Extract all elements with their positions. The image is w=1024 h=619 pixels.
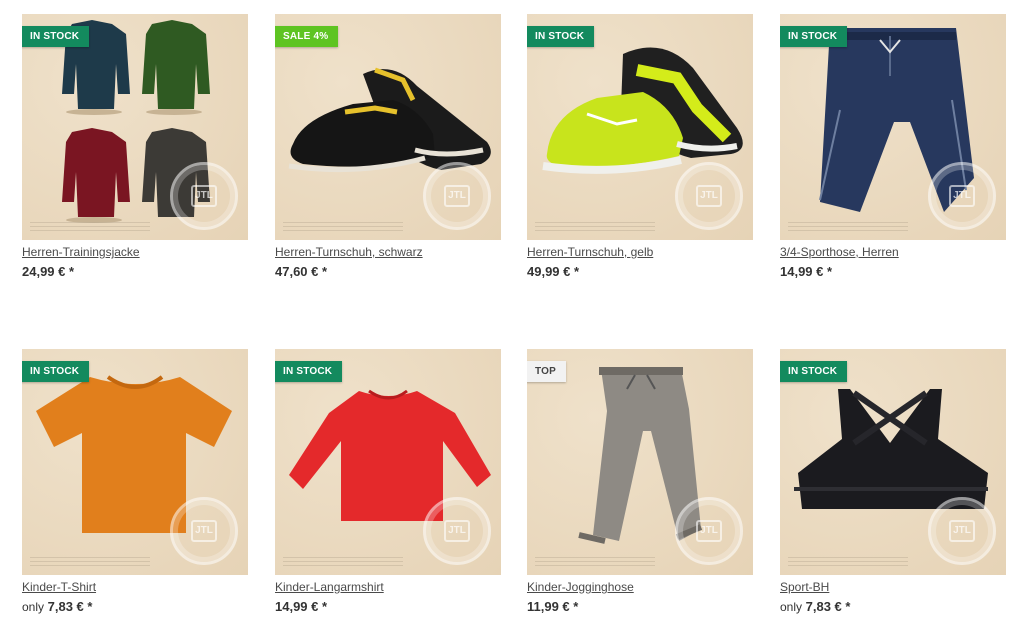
product-card: JTL IN STOCK 3/4-Sporthose, Herren 14,99… <box>780 14 1006 281</box>
product-name-link[interactable]: Kinder-T-Shirt <box>22 579 96 595</box>
status-badge: IN STOCK <box>275 361 343 387</box>
product-card: JTL IN STOCK Sport-BH only 7,83 € * <box>780 349 1006 616</box>
product-image[interactable]: JTL IN STOCK <box>22 14 248 240</box>
product-image[interactable]: JTL SALE 4% <box>275 14 501 240</box>
fineprint <box>283 222 403 232</box>
product-card: JTL IN STOCK Kinder-Langarmshirt 14,99 €… <box>275 349 501 616</box>
fineprint <box>788 222 908 232</box>
watermark-seal: JTL <box>928 162 996 230</box>
product-image[interactable]: JTL IN STOCK <box>780 349 1006 575</box>
product-price: 47,60 € * <box>275 264 328 279</box>
product-name-link[interactable]: Herren-Turnschuh, gelb <box>527 244 653 260</box>
product-image[interactable]: JTL IN STOCK <box>527 14 753 240</box>
fineprint <box>283 557 403 567</box>
product-card: JTL IN STOCK Herren-Turnschuh, gelb 49,9… <box>527 14 753 281</box>
watermark-seal: JTL <box>423 162 491 230</box>
product-name-link[interactable]: Herren-Turnschuh, schwarz <box>275 244 423 260</box>
product-price: 49,99 € * <box>527 264 580 279</box>
product-card: JTL IN STOCK Kinder-T-Shirt only 7,83 € … <box>22 349 248 616</box>
status-badge: IN STOCK <box>780 26 848 52</box>
fineprint <box>30 222 150 232</box>
status-badge: IN STOCK <box>527 26 595 52</box>
product-price: 24,99 € * <box>22 264 75 279</box>
product-image[interactable]: JTL IN STOCK <box>780 14 1006 240</box>
product-image[interactable]: JTL TOP <box>527 349 753 575</box>
watermark-seal: JTL <box>423 497 491 565</box>
product-image[interactable]: JTL IN STOCK <box>275 349 501 575</box>
product-card: JTL SALE 4% Herren-Turnschuh, schwarz 47… <box>275 14 501 281</box>
watermark-seal: JTL <box>928 497 996 565</box>
top-badge: TOP <box>527 361 566 382</box>
product-image[interactable]: JTL IN STOCK <box>22 349 248 575</box>
product-price: 14,99 € * <box>780 264 833 279</box>
product-name-link[interactable]: 3/4-Sporthose, Herren <box>780 244 899 260</box>
watermark-seal: JTL <box>170 497 238 565</box>
product-name-link[interactable]: Kinder-Langarmshirt <box>275 579 384 595</box>
product-name-link[interactable]: Herren-Trainingsjacke <box>22 244 140 260</box>
fineprint <box>535 222 655 232</box>
fineprint <box>535 557 655 567</box>
product-price: 14,99 € * <box>275 599 328 614</box>
product-price: only 7,83 € * <box>22 599 93 614</box>
fineprint <box>30 557 150 567</box>
product-name-link[interactable]: Kinder-Jogginghose <box>527 579 634 595</box>
product-card: JTL TOP Kinder-Jogginghose 11,99 € * <box>527 349 753 616</box>
sale-badge: SALE 4% <box>275 26 339 52</box>
product-card: JTL IN STOCK Herren-Trainingsjacke 24,99… <box>22 14 248 281</box>
product-grid: JTL IN STOCK Herren-Trainingsjacke 24,99… <box>0 0 1024 619</box>
status-badge: IN STOCK <box>22 361 90 387</box>
product-name-link[interactable]: Sport-BH <box>780 579 829 595</box>
product-price: only 7,83 € * <box>780 599 851 614</box>
status-badge: IN STOCK <box>780 361 848 387</box>
fineprint <box>788 557 908 567</box>
watermark-seal: JTL <box>170 162 238 230</box>
product-price: 11,99 € * <box>527 599 579 614</box>
watermark-seal: JTL <box>675 497 743 565</box>
watermark-seal: JTL <box>675 162 743 230</box>
status-badge: IN STOCK <box>22 26 90 52</box>
